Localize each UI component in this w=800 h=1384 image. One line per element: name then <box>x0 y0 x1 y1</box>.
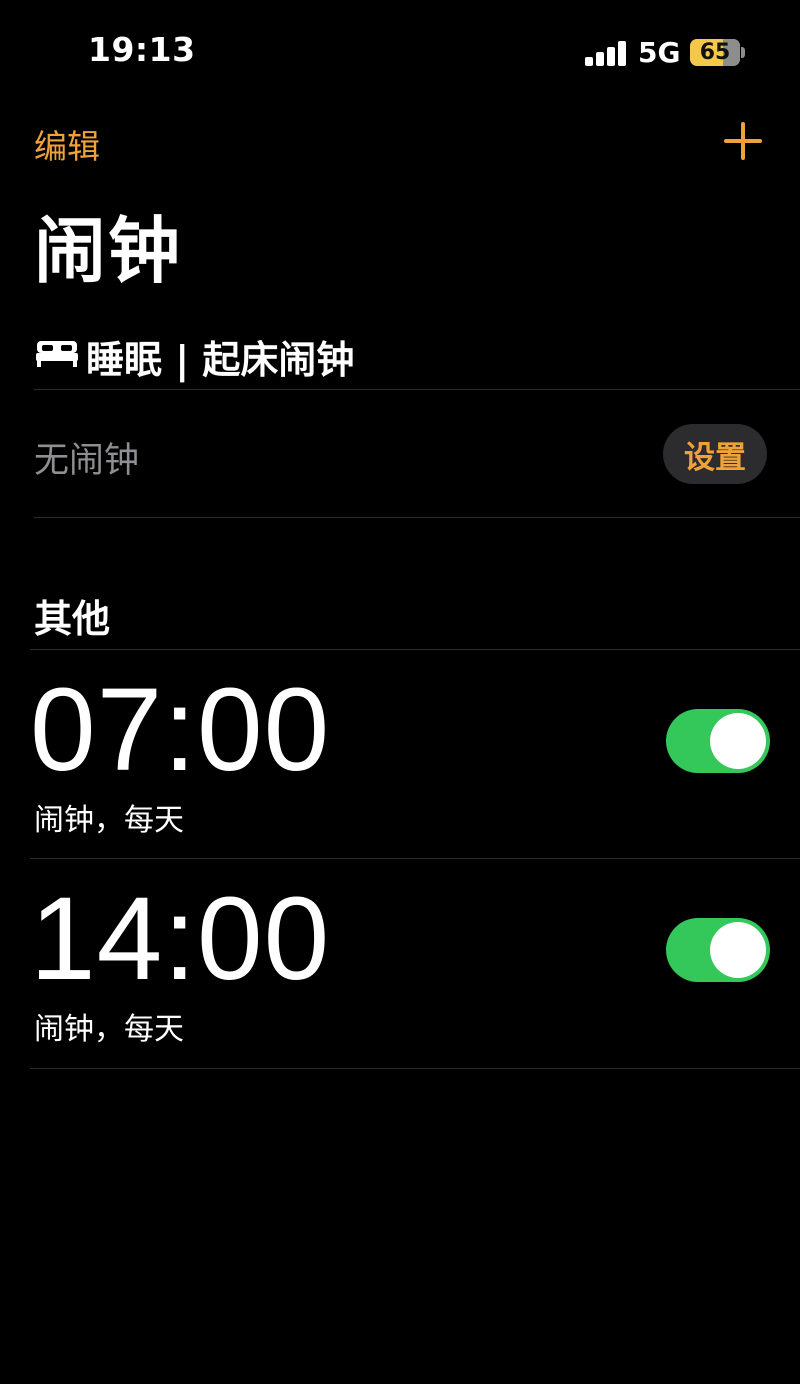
alarm-toggle[interactable] <box>666 709 770 773</box>
battery-terminal <box>741 47 745 58</box>
sleep-section-title: 睡眠 | 起床闹钟 <box>86 338 355 382</box>
alarm-row[interactable]: 07:00 闹钟，每天 <box>0 649 800 859</box>
plus-icon[interactable] <box>724 122 762 160</box>
toggle-knob <box>710 922 766 978</box>
battery-icon: 65 <box>690 39 740 66</box>
status-time: 19:13 <box>88 30 196 69</box>
page-title: 闹钟 <box>34 209 183 293</box>
setup-button[interactable]: 设置 <box>663 424 767 484</box>
toggle-knob <box>710 713 766 769</box>
alarm-row[interactable]: 14:00 闹钟，每天 <box>0 858 800 1068</box>
alarm-time: 07:00 <box>30 664 331 796</box>
alarm-label: 闹钟，每天 <box>34 1012 184 1047</box>
alarm-time: 14:00 <box>30 873 331 1005</box>
cellular-signal-icon <box>585 40 627 66</box>
alarm-toggle[interactable] <box>666 918 770 982</box>
alarm-label: 闹钟，每天 <box>34 803 184 838</box>
divider <box>34 389 800 390</box>
divider <box>30 1068 800 1069</box>
edit-button[interactable]: 编辑 <box>34 120 100 168</box>
no-alarm-text: 无闹钟 <box>34 441 140 481</box>
network-type: 5G <box>638 36 681 69</box>
others-section-title: 其他 <box>34 597 111 641</box>
bed-icon <box>36 341 78 367</box>
divider <box>34 517 800 518</box>
battery-level: 65 <box>699 40 731 65</box>
